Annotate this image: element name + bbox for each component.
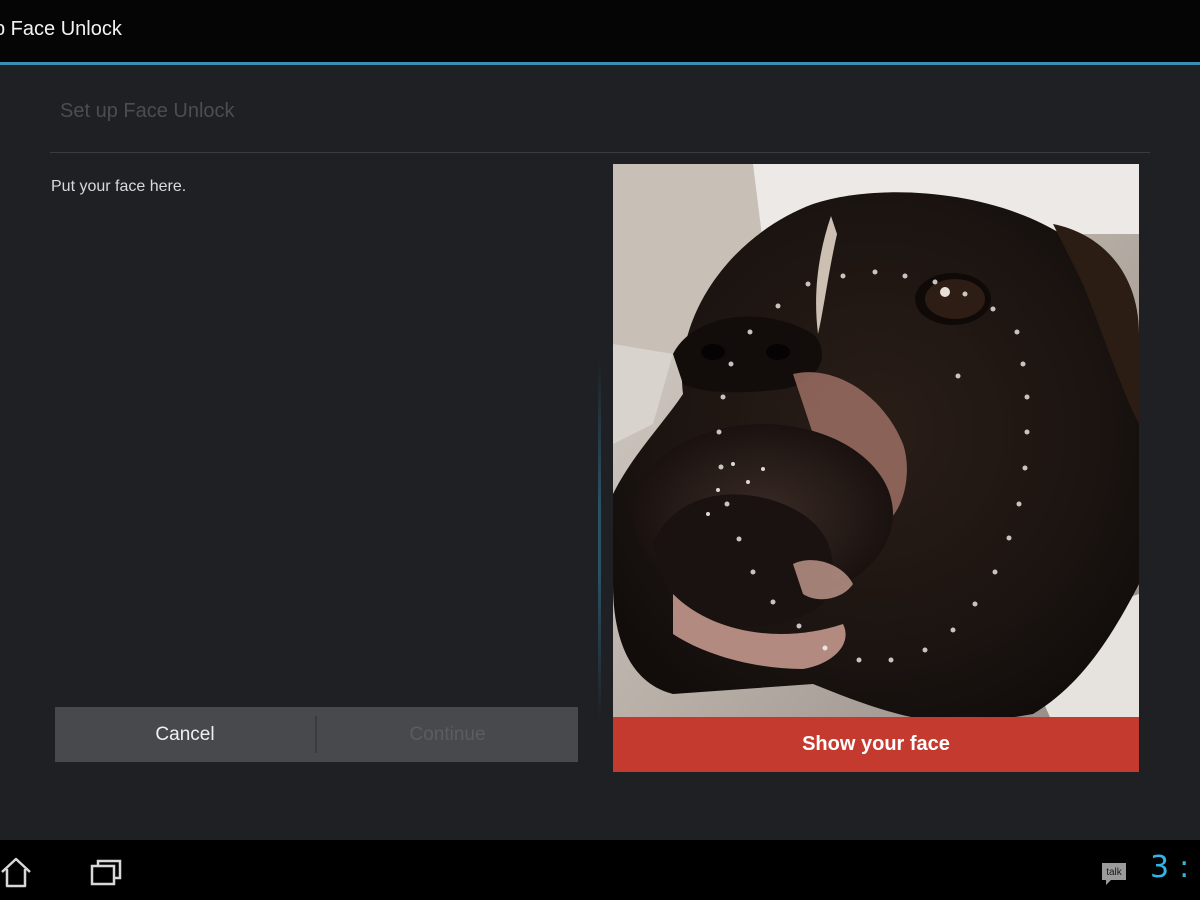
page-title: Set up Face Unlock [60,100,235,122]
talk-label: talk [1106,867,1122,878]
home-icon[interactable] [0,856,36,888]
continue-button[interactable]: Continue [317,707,578,762]
header-divider [50,152,1150,153]
action-bar: p Face Unlock [0,0,1200,62]
instruction-text: Put your face here. [51,178,187,195]
system-bar: talk 3:1 [0,840,1200,900]
talk-notification-icon[interactable]: talk [1101,862,1127,886]
action-bar-title: p Face Unlock [0,18,122,40]
camera-preview: Show your face [613,164,1139,772]
cancel-button[interactable]: Cancel [55,707,315,762]
show-your-face-banner: Show your face [613,717,1139,772]
face-unlock-setup-screen: p Face Unlock Set up Face Unlock Put you… [0,0,1200,900]
button-bar: Cancel Continue [55,707,578,762]
recent-apps-icon[interactable] [88,856,124,888]
camera-preview-image [613,164,1139,772]
clock: 3:1 [1150,850,1200,885]
scroll-edge-glow [598,360,601,720]
